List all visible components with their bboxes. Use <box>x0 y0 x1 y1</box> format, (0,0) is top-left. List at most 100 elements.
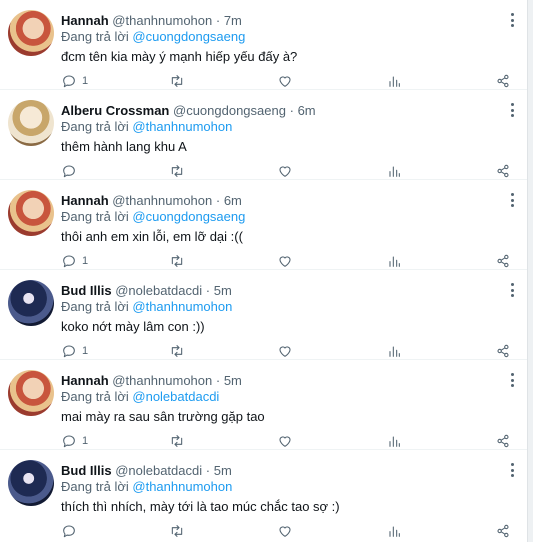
heart-icon <box>279 166 291 177</box>
more-options-icon[interactable] <box>505 372 519 388</box>
separator: · <box>215 373 221 388</box>
author-handle[interactable]: @thanhnumohon <box>112 373 212 388</box>
timestamp[interactable]: 5m <box>214 283 232 298</box>
tweet[interactable]: Hannah @thanhnumohon · 7m Đang trả lời @… <box>0 0 527 90</box>
retweet-icon <box>171 75 183 87</box>
avatar[interactable] <box>8 100 54 146</box>
analytics-button[interactable] <box>386 522 402 540</box>
like-button[interactable] <box>277 342 293 360</box>
avatar[interactable] <box>8 280 54 326</box>
more-options-icon[interactable] <box>505 192 519 208</box>
tweet-text: koko nớt mày lâm con :)) <box>61 319 205 334</box>
tweet-text: đcm tên kia mày ý mạnh hiếp yếu đấy à? <box>61 49 298 64</box>
tweet-text: thêm hành lang khu A <box>61 139 187 154</box>
author-name[interactable]: Bud Illis <box>61 463 112 478</box>
author-name[interactable]: Alberu Crossman <box>61 103 169 118</box>
retweet-icon <box>171 435 183 447</box>
action-bar <box>61 522 516 540</box>
tweet[interactable]: Bud Illis @nolebatdacdi · 5m Đang trả lờ… <box>0 270 527 360</box>
like-button[interactable] <box>277 252 293 270</box>
like-button[interactable] <box>277 162 293 180</box>
analytics-button[interactable] <box>386 342 402 360</box>
like-button[interactable] <box>277 432 293 450</box>
tweet[interactable]: Alberu Crossman @cuongdongsaeng · 6m Đan… <box>0 90 527 180</box>
reply-button[interactable]: 1 <box>61 432 88 450</box>
more-options-icon[interactable] <box>505 462 519 478</box>
tweet[interactable]: Bud Illis @nolebatdacdi · 5m Đang trả lờ… <box>0 450 527 540</box>
like-button[interactable] <box>277 72 293 90</box>
like-button[interactable] <box>277 522 293 540</box>
reply-icon <box>63 435 75 448</box>
more-options-icon[interactable] <box>505 12 519 28</box>
scrollbar[interactable] <box>527 0 533 542</box>
timestamp[interactable]: 6m <box>224 193 242 208</box>
share-button[interactable] <box>495 162 511 180</box>
timestamp[interactable]: 5m <box>214 463 232 478</box>
mention-link[interactable]: @thanhnumohon <box>132 119 232 134</box>
reply-button[interactable] <box>61 522 82 540</box>
action-bar: 1 <box>61 342 516 360</box>
reply-count: 1 <box>82 345 89 357</box>
avatar[interactable] <box>8 10 54 56</box>
share-button[interactable] <box>495 342 511 360</box>
analytics-button[interactable] <box>386 252 402 270</box>
separator: · <box>215 193 221 208</box>
share-icon <box>497 74 509 88</box>
avatar[interactable] <box>8 460 54 506</box>
reply-icon <box>63 165 75 178</box>
more-options-icon[interactable] <box>505 282 519 298</box>
author-handle[interactable]: @thanhnumohon <box>112 13 212 28</box>
author-handle[interactable]: @thanhnumohon <box>112 193 212 208</box>
reply-count: 1 <box>82 255 89 267</box>
heart-icon <box>279 256 291 267</box>
share-button[interactable] <box>495 252 511 270</box>
retweet-button[interactable] <box>169 432 185 450</box>
reply-button[interactable]: 1 <box>61 72 88 90</box>
mention-link[interactable]: @nolebatdacdi <box>132 389 219 404</box>
analytics-icon <box>389 166 400 177</box>
author-name[interactable]: Hannah <box>61 193 109 208</box>
share-button[interactable] <box>495 432 511 450</box>
share-button[interactable] <box>495 522 511 540</box>
tweet-text: thôi anh em xin lỗi, em lỡ dại :(( <box>61 229 243 244</box>
tweet[interactable]: Hannah @thanhnumohon · 5m Đang trả lời @… <box>0 360 527 450</box>
replying-to: Đang trả lời @thanhnumohon <box>61 119 232 134</box>
reply-icon <box>63 345 75 358</box>
share-button[interactable] <box>495 72 511 90</box>
more-options-icon[interactable] <box>505 102 519 118</box>
mention-link[interactable]: @cuongdongsaeng <box>132 209 245 224</box>
retweet-button[interactable] <box>169 342 185 360</box>
reply-button[interactable]: 1 <box>61 252 88 270</box>
author-name[interactable]: Bud Illis <box>61 283 112 298</box>
mention-link[interactable]: @thanhnumohon <box>132 479 232 494</box>
reply-button[interactable] <box>61 162 82 180</box>
tweet-header: Alberu Crossman @cuongdongsaeng · 6m <box>61 103 316 118</box>
tweet-header: Hannah @thanhnumohon · 7m <box>61 13 242 28</box>
timestamp[interactable]: 5m <box>224 373 242 388</box>
retweet-button[interactable] <box>169 252 185 270</box>
tweet[interactable]: Hannah @thanhnumohon · 6m Đang trả lời @… <box>0 180 527 270</box>
replying-to-label: Đang trả lời <box>61 209 133 224</box>
retweet-icon <box>171 165 183 177</box>
mention-link[interactable]: @thanhnumohon <box>132 299 232 314</box>
avatar[interactable] <box>8 370 54 416</box>
mention-link[interactable]: @cuongdongsaeng <box>132 29 245 44</box>
tweet-text: mai mày ra sau sân trường gặp tao <box>61 409 265 424</box>
analytics-button[interactable] <box>386 72 402 90</box>
reply-button[interactable]: 1 <box>61 342 88 360</box>
author-name[interactable]: Hannah <box>61 373 109 388</box>
avatar[interactable] <box>8 190 54 236</box>
action-bar: 1 <box>61 432 516 450</box>
timestamp[interactable]: 6m <box>298 103 316 118</box>
timestamp[interactable]: 7m <box>224 13 242 28</box>
author-handle[interactable]: @cuongdongsaeng <box>173 103 286 118</box>
author-handle[interactable]: @nolebatdacdi <box>115 463 202 478</box>
retweet-button[interactable] <box>169 72 185 90</box>
retweet-button[interactable] <box>169 162 185 180</box>
share-icon <box>497 254 509 268</box>
analytics-button[interactable] <box>386 162 402 180</box>
author-handle[interactable]: @nolebatdacdi <box>115 283 202 298</box>
analytics-button[interactable] <box>386 432 402 450</box>
retweet-button[interactable] <box>169 522 185 540</box>
author-name[interactable]: Hannah <box>61 13 109 28</box>
